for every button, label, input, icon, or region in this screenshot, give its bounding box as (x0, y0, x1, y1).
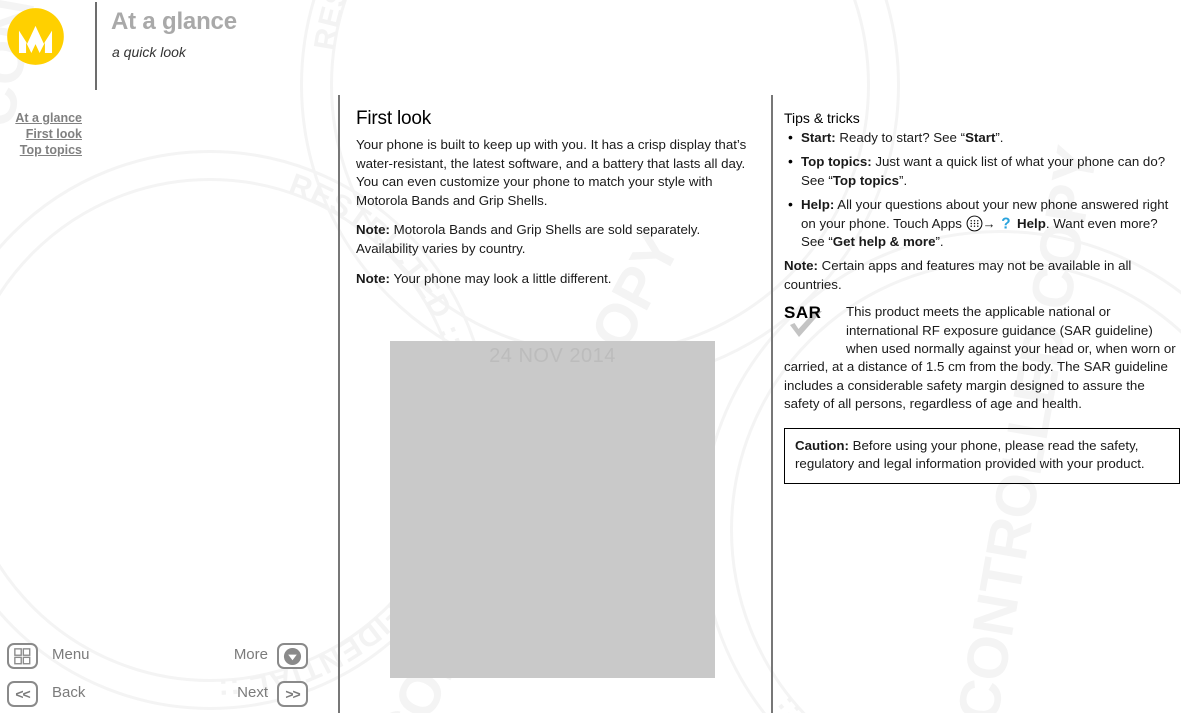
svg-text:RESTRICTED :: MOTOROLA CONFIDE: RESTRICTED :: MOTOROLA CONFIDENTIAL :: (767, 494, 1181, 713)
grid-menu-icon (14, 647, 31, 664)
tip-text-after: ”. (899, 172, 908, 188)
chevron-down-circle-icon (283, 647, 302, 665)
nav-row-primary: Menu More (0, 642, 330, 676)
tip-link[interactable]: Start (965, 130, 995, 145)
table-of-contents: At a glance First look Top topics (0, 110, 84, 158)
tip-item-start: Start: Ready to start? See “Start”. (784, 128, 1180, 147)
note-label: Note: (784, 258, 818, 274)
tip-item-top-topics: Top topics: Just want a quick list of wh… (784, 152, 1180, 190)
sidebar-item-first-look[interactable]: First look (0, 126, 84, 142)
document-page: RESTRICTED :: MOTOROLA CONFIDENTIAL :: R… (0, 0, 1181, 713)
sar-badge-text: SAR (784, 303, 822, 323)
help-label: Help (1017, 215, 1046, 231)
tip-text-before: Ready to start? See “ (835, 130, 966, 145)
back-label[interactable]: Back (52, 684, 85, 701)
tip-link[interactable]: Get help & more (833, 234, 936, 249)
tip-label: Start: (801, 130, 836, 145)
body-paragraph: Your phone is built to keep up with you.… (356, 137, 747, 208)
svg-text:?: ? (1002, 215, 1011, 231)
note-text: Certain apps and features may not be ava… (784, 258, 1132, 292)
arrow-right-icon: → (982, 215, 996, 231)
column-divider-right (771, 95, 773, 713)
page-header: At a glance a quick look (0, 0, 1181, 90)
page-subtitle: a quick look (112, 44, 186, 60)
tip-item-help: Help: All your questions about your new … (784, 195, 1180, 251)
sidebar-item-at-a-glance[interactable]: At a glance (0, 110, 84, 126)
caution-label: Caution: (795, 437, 849, 453)
tip-label: Top topics: (801, 154, 872, 170)
caution-box: Caution: Before using your phone, please… (784, 427, 1180, 484)
tips-and-tricks-column: Tips & tricks Start: Ready to start? See… (784, 110, 1180, 484)
sar-badge: SAR (784, 303, 846, 343)
menu-label[interactable]: Menu (52, 646, 90, 663)
note-paragraph-2: Note: Your phone may look a little diffe… (356, 270, 756, 289)
apps-grid-icon[interactable] (966, 215, 983, 232)
tip-label: Help: (801, 197, 835, 213)
watermark-stamp-text: RESTRICTED :: MOTOROLA CONFIDENTIAL :: (767, 494, 1181, 713)
more-button[interactable] (277, 643, 308, 669)
sidebar-item-top-topics[interactable]: Top topics (0, 142, 84, 158)
main-content-column: First look Your phone is built to keep u… (356, 108, 756, 299)
tip-text-after: ”. (935, 234, 944, 250)
tip-link[interactable]: Top topics (833, 173, 899, 188)
note-label: Note: (356, 222, 390, 238)
nav-row-secondary: << Back Next >> (0, 680, 330, 713)
help-question-mark-icon[interactable]: ? (999, 215, 1013, 232)
tips-title: Tips & tricks (784, 110, 860, 126)
tip-text-after: ”. (995, 130, 1004, 145)
note-paragraph-1: Note: Motorola Bands and Grip Shells are… (356, 221, 756, 258)
page-title: At a glance (111, 8, 237, 35)
double-chevron-left-icon: << (15, 686, 30, 702)
next-button[interactable]: >> (277, 681, 308, 707)
note-label: Note: (356, 270, 390, 286)
figure-date-watermark: 24 NOV 2014 (489, 345, 616, 367)
note-text: Your phone may look a little different. (389, 270, 612, 286)
tips-list: Start: Ready to start? See “Start”. Top … (784, 128, 1180, 251)
motorola-m-logo (7, 8, 64, 65)
header-divider (95, 2, 97, 90)
sar-statement: SAR This product meets the applicable na… (784, 303, 1180, 413)
tips-note: Note: Certain apps and features may not … (784, 257, 1180, 294)
bottom-navigation-bar: Menu More << Back Next >> (0, 638, 338, 713)
back-button[interactable]: << (7, 681, 38, 707)
section-title: First look (356, 108, 432, 129)
note-text: Motorola Bands and Grip Shells are sold … (356, 222, 701, 256)
menu-button[interactable] (7, 643, 38, 669)
double-chevron-right-icon: >> (285, 686, 300, 702)
more-label[interactable]: More (216, 646, 268, 663)
phone-illustration-placeholder: 24 NOV 2014 (390, 341, 715, 678)
next-label[interactable]: Next (216, 684, 268, 701)
column-divider-left (338, 95, 340, 713)
